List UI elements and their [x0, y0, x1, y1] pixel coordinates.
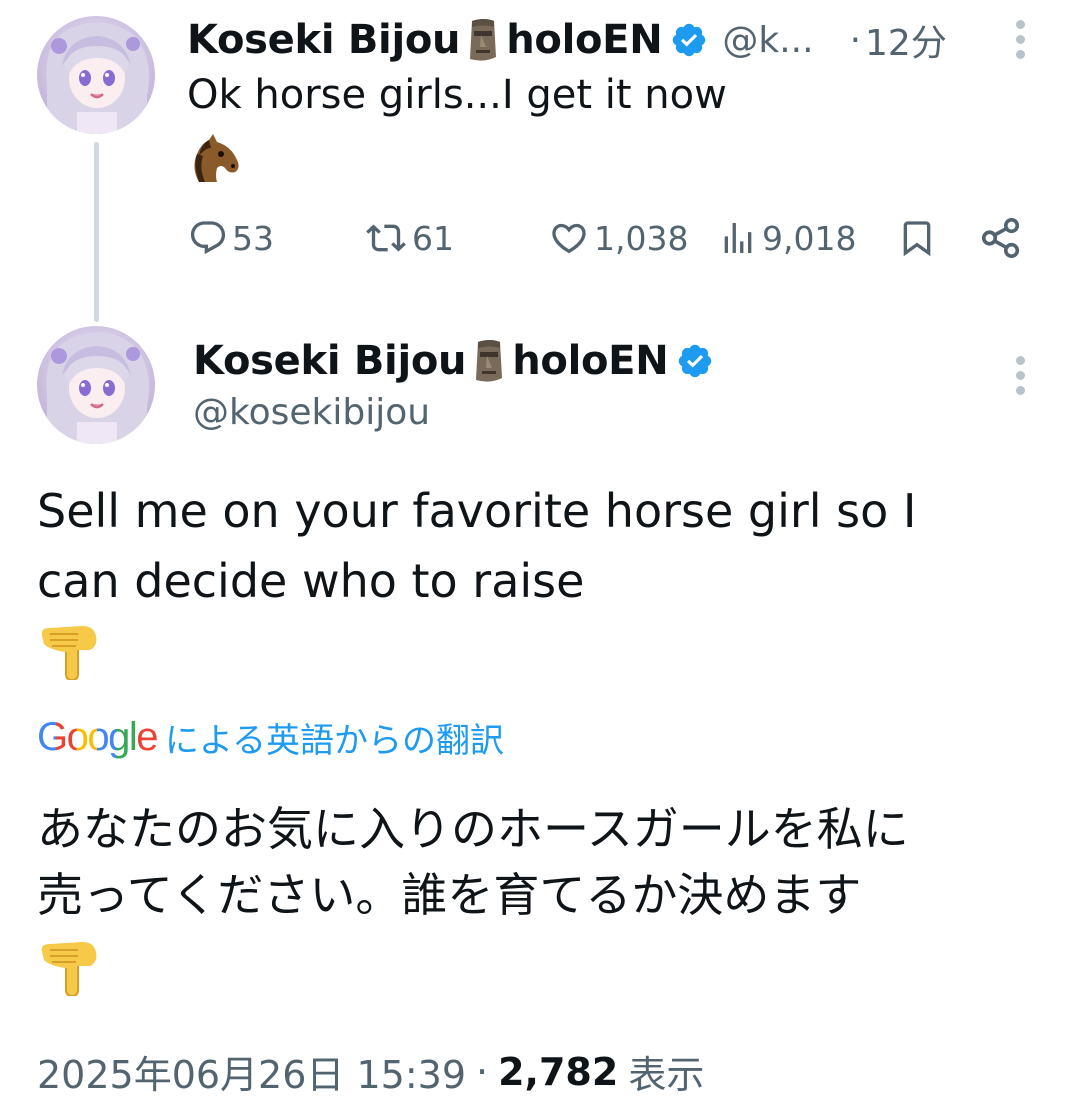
- timestamp[interactable]: 12分: [865, 14, 947, 66]
- retweet-icon: [366, 224, 406, 252]
- reply-count: 53: [232, 218, 274, 258]
- meta-separator: ·: [476, 1049, 489, 1094]
- avatar-image: [37, 326, 155, 444]
- translation-attribution[interactable]: Google による英語からの翻訳: [37, 712, 504, 762]
- translated-text-line-2: 売ってください。誰を育てるか決めます: [37, 868, 862, 922]
- display-name[interactable]: Koseki Bijou: [187, 17, 461, 63]
- reply-button[interactable]: 53: [188, 214, 274, 262]
- view-count: 2,782: [498, 1049, 619, 1094]
- tweet-text-line-2: can decide who to raise: [37, 554, 585, 608]
- more-options-icon[interactable]: [1005, 18, 1035, 62]
- display-name-suffix[interactable]: holoEN: [506, 17, 662, 63]
- pointing-down-emoji-icon: [41, 626, 97, 680]
- thread-connector-line: [94, 142, 99, 322]
- reply-icon: [190, 221, 226, 255]
- tweet-text: Ok horse girls...I get it now: [187, 72, 727, 118]
- moai-emoji-icon: [476, 340, 503, 382]
- horse-face-emoji-icon: [194, 134, 239, 182]
- moai-emoji-icon: [470, 19, 497, 61]
- bookmark-button[interactable]: [897, 214, 937, 262]
- reply-header: Koseki Bijou holoEN @k... · 12分: [187, 14, 947, 66]
- retweet-button[interactable]: 61: [364, 214, 454, 262]
- heart-icon: [552, 223, 586, 254]
- time-separator: ·: [849, 19, 862, 61]
- post-timestamp[interactable]: 2025年06月26日 15:39: [37, 1044, 466, 1099]
- avatar-image: [37, 16, 155, 134]
- google-logo: Google: [37, 714, 158, 759]
- bookmark-icon: [903, 221, 931, 257]
- display-name[interactable]: Koseki Bijou: [193, 338, 467, 384]
- avatar[interactable]: [37, 16, 155, 134]
- handle[interactable]: @k...: [722, 20, 813, 61]
- share-icon: [981, 217, 1020, 259]
- more-options-icon[interactable]: [1005, 354, 1035, 398]
- avatar[interactable]: [37, 326, 155, 444]
- views-count: 9,018: [762, 218, 857, 258]
- verified-badge-icon: [673, 23, 706, 57]
- like-button[interactable]: 1,038: [548, 214, 688, 262]
- verified-badge-icon: [679, 344, 712, 378]
- retweet-count: 61: [412, 218, 454, 258]
- display-name-suffix[interactable]: holoEN: [512, 338, 668, 384]
- views-button[interactable]: 9,018: [718, 214, 856, 262]
- main-header: Koseki Bijou holoEN: [193, 334, 714, 388]
- translation-label: による英語からの翻訳: [164, 720, 504, 761]
- tweet-meta: 2025年06月26日 15:39 · 2,782 表示: [37, 1044, 704, 1099]
- handle[interactable]: @kosekibijou: [193, 392, 430, 433]
- pointing-down-emoji-icon: [41, 942, 97, 996]
- share-button[interactable]: [978, 214, 1024, 262]
- tweet-text-line-1: Sell me on your favorite horse girl so I: [37, 484, 917, 538]
- view-count-label: 表示: [628, 1053, 705, 1097]
- translated-text-line-1: あなたのお気に入りのホースガールを私に: [37, 802, 909, 856]
- views-chart-icon: [724, 223, 752, 253]
- like-count: 1,038: [594, 218, 689, 258]
